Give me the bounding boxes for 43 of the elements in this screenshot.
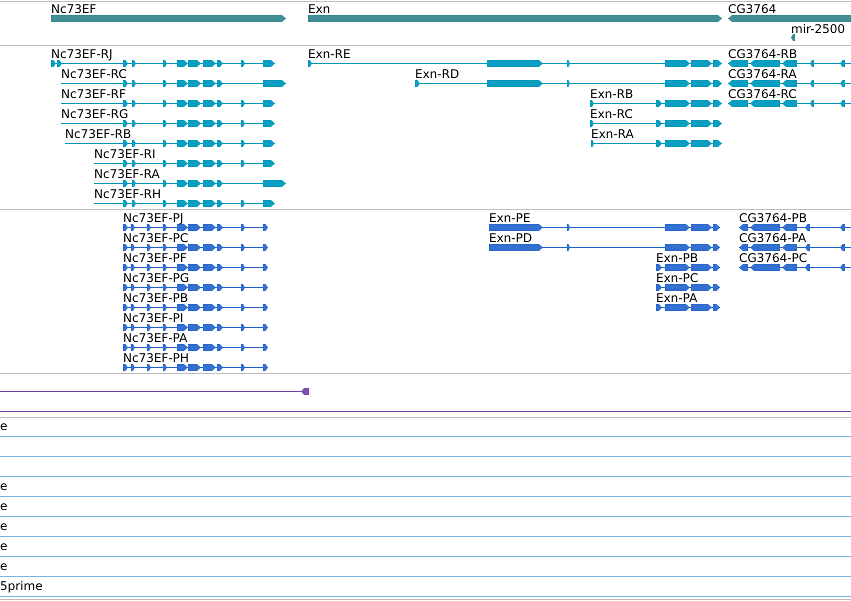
feature-label: Exn-RE — [308, 47, 351, 61]
track-label: e — [0, 519, 8, 533]
feature-label: Nc73EF-RF — [61, 87, 126, 101]
track-label: e — [0, 419, 8, 433]
track-label: 5prime — [0, 579, 43, 593]
feature-label: Nc73EF-PH — [123, 351, 189, 365]
feature-label: Nc73EF-PC — [123, 231, 188, 245]
feature-label: Nc73EF-RA — [94, 167, 160, 181]
feature-label: Nc73EF-PG — [123, 271, 190, 285]
feature-label: Nc73EF-PB — [123, 291, 188, 305]
feature-label: Exn-PC — [656, 271, 698, 285]
feature-label: Nc73EF-PJ — [123, 211, 184, 225]
feature-label: CG3764 — [728, 2, 776, 16]
feature-label: Nc73EF-RC — [61, 67, 127, 81]
feature-label: mir-2500 — [791, 22, 846, 36]
feature-label: CG3764-PC — [739, 251, 808, 265]
feature-label: CG3764-RA — [728, 67, 797, 81]
feature-label: Nc73EF-PI — [123, 311, 184, 325]
feature-label: Exn — [308, 2, 330, 16]
track-label: e — [0, 559, 8, 573]
feature-label: Exn-RB — [590, 87, 634, 101]
feature-label: Nc73EF-PA — [123, 331, 188, 345]
feature-label: Exn-RA — [591, 127, 634, 141]
feature-label: Nc73EF-PF — [123, 251, 187, 265]
feature-label: Exn-RD — [415, 67, 460, 81]
feature-label: CG3764-PB — [739, 211, 808, 225]
feature-label: CG3764-PA — [739, 231, 806, 245]
feature-label: Nc73EF-RH — [94, 187, 162, 201]
feature-label: Nc73EF-RJ — [51, 47, 113, 61]
feature-label: Exn-PA — [656, 291, 698, 305]
feature-label: CG3764-RB — [728, 47, 798, 61]
track-label: e — [0, 499, 8, 513]
feature-label: CG3764-RC — [728, 87, 797, 101]
feature-label: Nc73EF — [51, 2, 96, 16]
feature-label: Nc73EF-RG — [61, 107, 128, 121]
feature-label: Exn-PE — [489, 211, 530, 225]
feature-label: Nc73EF-RB — [65, 127, 132, 141]
track-label: e — [0, 479, 8, 493]
feature-label: Exn-PB — [656, 251, 698, 265]
feature-label: Exn-RC — [590, 107, 633, 121]
track-label: e — [0, 539, 8, 553]
feature-label: Exn-PD — [489, 231, 532, 245]
feature-label: Nc73EF-RI — [94, 147, 156, 161]
